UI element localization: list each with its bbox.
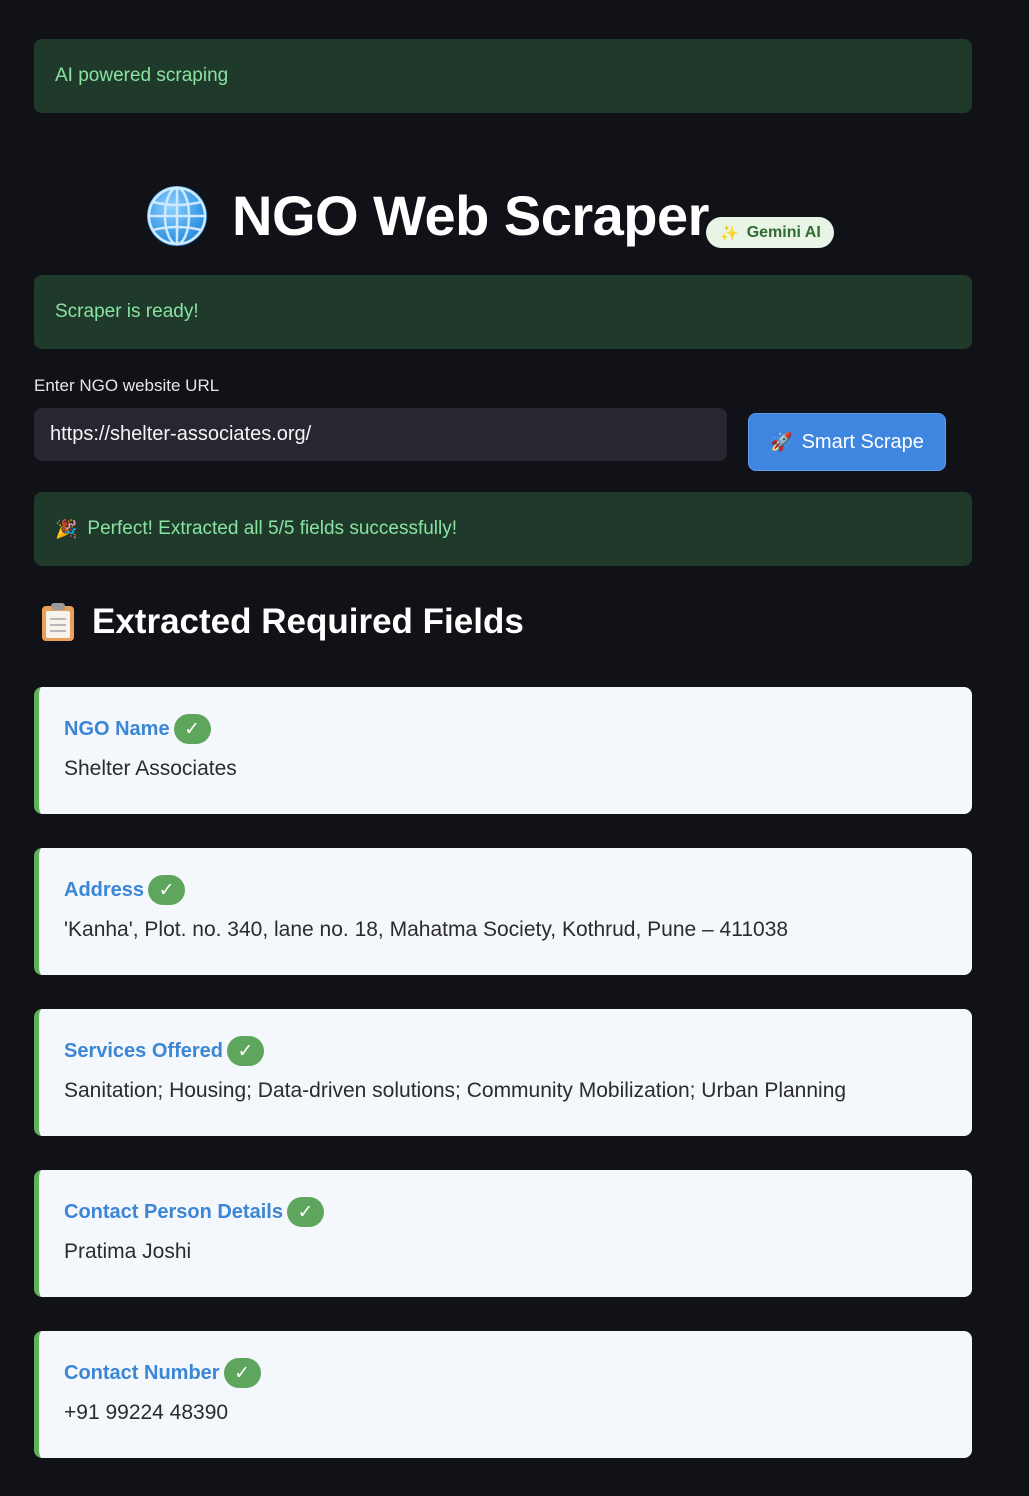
url-input[interactable] (34, 408, 727, 461)
globe-icon (147, 186, 207, 246)
gemini-badge-label: Gemini AI (746, 223, 821, 241)
field-card-contact-number: Contact Number ✓ +91 99224 48390 (34, 1331, 972, 1458)
url-input-label: Enter NGO website URL (34, 376, 220, 395)
page: AI powered scraping NGO Web Scraper ✨ Ge… (0, 0, 1029, 1496)
info-alert: AI powered scraping (34, 39, 972, 113)
smart-scrape-button[interactable]: 🚀 Smart Scrape (748, 413, 946, 471)
ready-alert-text: Scraper is ready! (55, 301, 199, 322)
field-value: Sanitation; Housing; Data-driven solutio… (64, 1079, 847, 1102)
field-label: Address (64, 878, 145, 901)
field-label: Contact Person Details (64, 1200, 283, 1223)
result-alert: 🎉 Perfect! Extracted all 5/5 fields succ… (34, 492, 972, 566)
clipboard-icon (42, 603, 74, 641)
smart-scrape-button-label: Smart Scrape (801, 430, 924, 453)
field-label-row: Services Offered ✓ (64, 1036, 264, 1066)
field-label-row: Address ✓ (64, 875, 186, 905)
check-icon: ✓ (226, 1036, 264, 1066)
section-heading-text: Extracted Required Fields (92, 602, 524, 641)
field-value: Shelter Associates (64, 757, 237, 780)
field-card-ngo-name: NGO Name ✓ Shelter Associates (34, 687, 972, 814)
rocket-icon: 🚀 (770, 431, 793, 452)
field-label-row: NGO Name ✓ (64, 714, 211, 744)
field-value: +91 99224 48390 (64, 1401, 229, 1424)
field-label: Services Offered (64, 1039, 223, 1062)
field-value: 'Kanha', Plot. no. 340, lane no. 18, Mah… (64, 918, 789, 941)
field-value: Pratima Joshi (64, 1240, 192, 1263)
field-label-row: Contact Person Details ✓ (64, 1197, 324, 1227)
gemini-badge: ✨ Gemini AI (706, 217, 834, 248)
field-label: Contact Number (64, 1361, 220, 1384)
field-label: NGO Name (64, 717, 170, 740)
sparkles-icon: ✨ (720, 224, 739, 242)
field-card-contact-person: Contact Person Details ✓ Pratima Joshi (34, 1170, 972, 1297)
field-card-address: Address ✓ 'Kanha', Plot. no. 340, lane n… (34, 848, 972, 975)
ready-alert: Scraper is ready! (34, 275, 972, 349)
page-title: NGO Web Scraper (232, 184, 709, 247)
field-label-row: Contact Number ✓ (64, 1358, 261, 1388)
field-card-services-offered: Services Offered ✓ Sanitation; Housing; … (34, 1009, 972, 1136)
party-popper-icon: 🎉 (55, 518, 78, 539)
info-alert-text: AI powered scraping (55, 65, 229, 86)
check-icon: ✓ (173, 714, 211, 744)
check-icon: ✓ (286, 1197, 324, 1227)
check-icon: ✓ (223, 1358, 261, 1388)
section-heading: Extracted Required Fields (42, 602, 524, 642)
title-row: NGO Web Scraper ✨ Gemini AI (0, 180, 1029, 260)
result-alert-text: Perfect! Extracted all 5/5 fields succes… (87, 518, 458, 539)
check-icon: ✓ (148, 875, 186, 905)
